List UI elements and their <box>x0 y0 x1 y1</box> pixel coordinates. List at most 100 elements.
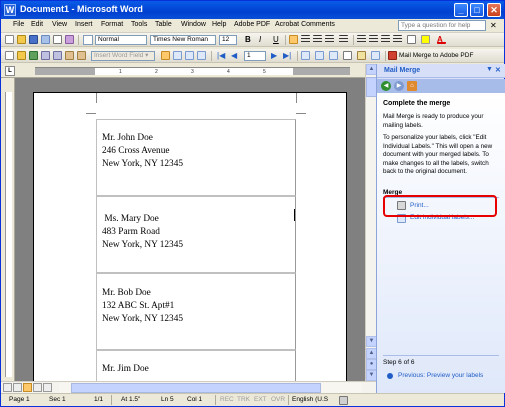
minimize-button[interactable]: _ <box>454 3 468 17</box>
menu-tools[interactable]: Tools <box>131 21 147 28</box>
home-icon[interactable]: ⌂ <box>407 81 417 91</box>
next-record-icon[interactable]: ▶ <box>271 51 280 60</box>
vertical-scrollbar[interactable]: ▲ ▼ ▲ ● ▼ <box>365 64 377 381</box>
highlight-icon[interactable] <box>421 35 430 44</box>
previous-record-icon[interactable]: ◀ <box>231 51 240 60</box>
back-icon[interactable]: ◀ <box>381 81 391 91</box>
task-pane-dropdown-icon[interactable]: ▼ <box>486 66 493 73</box>
menu-file[interactable]: File <box>13 21 24 28</box>
menu-adobe-pdf[interactable]: Adobe PDF <box>234 21 270 28</box>
label-line: New York, NY 12345 <box>102 314 184 324</box>
increase-indent-icon[interactable] <box>393 35 402 44</box>
forward-icon[interactable]: ▶ <box>394 81 404 91</box>
close-button[interactable]: ✕ <box>487 3 501 17</box>
style-icon[interactable] <box>83 35 93 45</box>
merge-to-adobe-pdf-button[interactable]: Mail Merge to Adobe PDF <box>399 52 473 59</box>
align-left-icon[interactable] <box>289 35 298 44</box>
word-app-icon[interactable]: W <box>4 4 16 16</box>
highlight-fields-icon[interactable] <box>173 51 182 60</box>
bullets-icon[interactable] <box>369 35 378 44</box>
help-search-input[interactable]: Type a question for help <box>398 20 486 31</box>
close-document-icon[interactable]: ✕ <box>490 21 497 30</box>
status-rec[interactable]: REC <box>220 396 234 403</box>
open-folder-icon[interactable] <box>17 35 26 44</box>
recipients-icon[interactable] <box>29 51 38 60</box>
document-page[interactable]: Mr. John Doe 246 Cross Avenue New York, … <box>33 92 347 381</box>
permission-icon[interactable] <box>41 35 50 44</box>
bold-button[interactable]: B <box>245 35 254 44</box>
menu-help[interactable]: Help <box>212 21 226 28</box>
research-icon[interactable] <box>65 35 74 44</box>
menu-acrobat-comments[interactable]: Acrobat Comments <box>275 21 335 28</box>
menu-format[interactable]: Format <box>101 21 123 28</box>
highlight-box <box>383 195 497 217</box>
status-trk[interactable]: TRK <box>237 396 250 403</box>
maximize-button[interactable]: □ <box>470 3 484 17</box>
status-language[interactable]: English (U.S <box>292 396 328 403</box>
font-color-icon[interactable]: A <box>437 35 446 44</box>
menu-window[interactable]: Window <box>181 21 206 28</box>
line-spacing-icon[interactable] <box>339 35 348 44</box>
insert-word-field-select[interactable]: Insert Word Field ▾ <box>91 51 155 61</box>
task-pane-close-icon[interactable]: ✕ <box>495 66 501 74</box>
justify-icon[interactable] <box>325 35 334 44</box>
last-record-icon[interactable]: ▶| <box>283 51 292 60</box>
menu-view[interactable]: View <box>52 21 67 28</box>
insert-merge-fields-icon[interactable] <box>65 51 74 60</box>
previous-arrow-icon[interactable] <box>387 373 393 379</box>
match-fields-icon[interactable] <box>185 51 194 60</box>
menu-insert[interactable]: Insert <box>75 21 93 28</box>
new-document-icon[interactable] <box>5 35 14 44</box>
spelling-grammar-icon[interactable] <box>339 396 348 405</box>
underline-button[interactable]: U <box>273 35 282 44</box>
merge-to-email-icon[interactable] <box>357 51 366 60</box>
address-block-icon[interactable] <box>41 51 50 60</box>
record-number-input[interactable]: 1 <box>244 51 266 61</box>
status-ovr[interactable]: OVR <box>271 396 285 403</box>
find-entry-icon[interactable] <box>301 51 310 60</box>
propagate-labels-icon[interactable] <box>197 51 206 60</box>
text-cursor <box>294 209 295 221</box>
merge-to-fax-icon[interactable] <box>371 51 380 60</box>
previous-step-link[interactable]: Previous: Preview your labels <box>398 372 483 379</box>
menu-table[interactable]: Table <box>155 21 172 28</box>
save-icon[interactable] <box>29 35 38 44</box>
decrease-indent-icon[interactable] <box>381 35 390 44</box>
status-at: At 1.5" <box>121 396 141 403</box>
horizontal-scroll-thumb[interactable] <box>71 383 321 393</box>
label-cell[interactable]: Mr. John Doe 246 Cross Avenue New York, … <box>96 119 296 196</box>
greeting-line-icon[interactable] <box>53 51 62 60</box>
web-layout-view-icon[interactable] <box>13 383 22 392</box>
outline-view-icon[interactable] <box>33 383 42 392</box>
menu-edit[interactable]: Edit <box>31 21 43 28</box>
main-document-setup-icon[interactable] <box>5 51 14 60</box>
font-select[interactable]: Times New Roman <box>150 35 216 45</box>
label-cell[interactable]: Mr. Bob Doe 132 ABC St. Apt#1 New York, … <box>96 273 296 350</box>
style-select[interactable]: Normal <box>95 35 147 45</box>
italic-button[interactable]: I <box>259 35 268 44</box>
merge-to-new-document-icon[interactable] <box>329 51 338 60</box>
align-center-icon[interactable] <box>301 35 310 44</box>
horizontal-scrollbar[interactable] <box>1 381 376 393</box>
label-cell[interactable]: Ms. Mary Doe 483 Parm Road New York, NY … <box>96 196 296 273</box>
font-size-select[interactable]: 12 <box>219 35 237 45</box>
document-area[interactable]: Mr. John Doe 246 Cross Avenue New York, … <box>15 78 365 381</box>
open-data-source-icon[interactable] <box>17 51 26 60</box>
normal-view-icon[interactable] <box>3 383 12 392</box>
outside-border-icon[interactable] <box>407 35 416 44</box>
label-cell[interactable]: Mr. Jim Doe <box>96 350 296 381</box>
tab-selector-icon[interactable]: L <box>5 66 15 76</box>
insert-ask-icon[interactable] <box>77 51 86 60</box>
numbering-icon[interactable] <box>357 35 366 44</box>
first-record-icon[interactable]: |◀ <box>217 51 226 60</box>
check-errors-icon[interactable] <box>315 51 324 60</box>
horizontal-ruler[interactable]: L 1 2 3 4 5 <box>1 64 376 78</box>
print-layout-view-icon[interactable] <box>23 383 32 392</box>
print-icon[interactable] <box>53 35 62 44</box>
status-ext[interactable]: EXT <box>254 396 267 403</box>
reading-layout-view-icon[interactable] <box>43 383 52 392</box>
align-right-icon[interactable] <box>313 35 322 44</box>
merge-to-printer-icon[interactable] <box>343 51 352 60</box>
view-merged-data-icon[interactable] <box>161 51 170 60</box>
vertical-ruler[interactable] <box>1 78 15 381</box>
